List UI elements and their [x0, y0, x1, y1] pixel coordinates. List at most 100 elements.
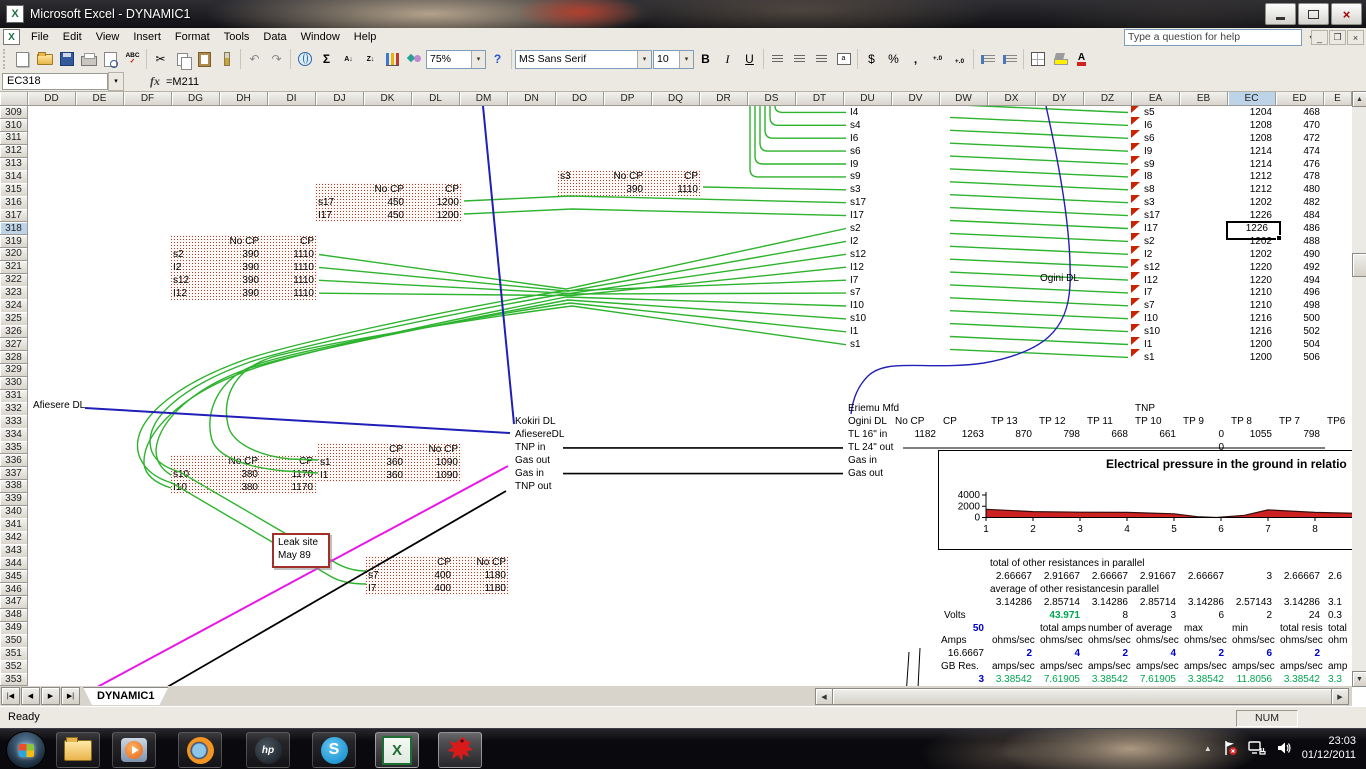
row-header-329[interactable]: 329 [0, 364, 28, 377]
ed-value-328[interactable]: 506 [1276, 351, 1324, 364]
unit-cell[interactable]: amps/sec [992, 660, 1035, 673]
horizontal-scroll-thumb[interactable] [832, 688, 1332, 705]
column-header-DL[interactable]: DL [412, 91, 460, 106]
column-header-DZ[interactable]: DZ [1084, 91, 1132, 106]
column-header-ED[interactable]: ED [1276, 91, 1324, 106]
stat-header[interactable]: number of [1088, 622, 1133, 635]
stat-header[interactable]: total amps [1040, 622, 1086, 635]
pipe-label-right-s7[interactable]: s7 [1144, 299, 1155, 312]
row-header-337[interactable]: 337 [0, 467, 28, 480]
sort-descending-button[interactable]: Z↓ [360, 49, 381, 70]
currency-button[interactable]: $ [861, 49, 882, 70]
column-header-DQ[interactable]: DQ [652, 91, 700, 106]
merge-center-button[interactable]: a [833, 49, 854, 70]
row-header-324[interactable]: 324 [0, 299, 28, 312]
blue-value[interactable]: 2 [1276, 647, 1324, 660]
pipe-label-right-I2[interactable]: I2 [1144, 248, 1152, 261]
tnp-label[interactable]: TNP [1135, 402, 1155, 415]
hscroll-left-icon[interactable]: ◀ [815, 688, 833, 705]
row-header-348[interactable]: 348 [0, 609, 28, 622]
ec-value-323[interactable]: 1210 [1228, 286, 1276, 299]
pipe-label-left-I6[interactable]: I6 [850, 132, 858, 145]
menu-view[interactable]: View [89, 28, 127, 46]
summary-value[interactable]: 3.14286 [1276, 596, 1324, 609]
stat-header[interactable]: min [1232, 622, 1248, 635]
volts-value[interactable]: 2 [1228, 609, 1276, 622]
stat-header[interactable]: total resis [1280, 622, 1323, 635]
summary-clip-348[interactable]: 0.3 [1328, 609, 1342, 622]
row-header-336[interactable]: 336 [0, 454, 28, 467]
row-header-319[interactable]: 319 [0, 235, 28, 248]
pipe-label-left-s9[interactable]: s9 [850, 170, 861, 183]
pipe-label-right-s5[interactable]: s5 [1144, 106, 1155, 119]
unit-cell[interactable]: ohms/sec [1232, 634, 1275, 647]
blue-value[interactable]: 6 [1228, 647, 1276, 660]
green-value[interactable]: 7.61905 [1132, 673, 1180, 686]
row-header-317[interactable]: 317 [0, 209, 28, 222]
ed-value-324[interactable]: 498 [1276, 299, 1324, 312]
row-header-323[interactable]: 323 [0, 286, 28, 299]
tp-value-1[interactable]: 1263 [940, 428, 988, 441]
row-header-310[interactable]: 310 [0, 119, 28, 132]
unit-cell[interactable]: amps/sec [1136, 660, 1179, 673]
row-header-352[interactable]: 352 [0, 660, 28, 673]
redo-button[interactable]: ↷ [266, 49, 287, 70]
summary-value[interactable]: 2.66667 [1084, 570, 1132, 583]
summary-clip-347[interactable]: 3.1 [1328, 596, 1342, 609]
taskbar-firefox[interactable] [178, 732, 222, 768]
pipe-label-right-s1[interactable]: s1 [1144, 351, 1155, 364]
decrease-indent-button[interactable] [977, 49, 998, 70]
column-header-DF[interactable]: DF [124, 91, 172, 106]
taskbar-excel[interactable]: X [375, 732, 419, 768]
row-header-325[interactable]: 325 [0, 312, 28, 325]
toolbar-grip[interactable] [3, 49, 8, 69]
ed-value-322[interactable]: 494 [1276, 274, 1324, 287]
ed-value-316[interactable]: 482 [1276, 196, 1324, 209]
column-header-EC[interactable]: EC [1228, 91, 1276, 106]
pipe-right-2[interactable]: TL 16" in [848, 428, 887, 441]
formula-input[interactable]: =M211 [166, 76, 199, 88]
summary-row-label[interactable]: GB Res. [941, 660, 979, 673]
row-header-353[interactable]: 353 [0, 673, 28, 686]
pipe-label-right-I17[interactable]: I17 [1144, 222, 1158, 235]
ec-value-314[interactable]: 1212 [1228, 170, 1276, 183]
font-name-combo[interactable]: MS Sans Serif▾ [515, 50, 652, 69]
row-header-322[interactable]: 322 [0, 274, 28, 287]
pipe-label-left-s1[interactable]: s1 [850, 338, 861, 351]
row-header-338[interactable]: 338 [0, 480, 28, 493]
pipe-label-right-s9[interactable]: s9 [1144, 158, 1155, 171]
ec-value-326[interactable]: 1216 [1228, 325, 1276, 338]
percent-button[interactable]: % [883, 49, 904, 70]
volts-setting[interactable]: 50 [940, 622, 988, 635]
taskbar-clock[interactable]: 23:03 01/12/2011 [1302, 734, 1356, 762]
ec-value-310[interactable]: 1208 [1228, 119, 1276, 132]
insert-function-icon[interactable]: fx [150, 74, 160, 89]
pipe-right-4[interactable]: Gas in [848, 454, 877, 467]
network-icon[interactable] [1248, 740, 1266, 756]
ed-value-315[interactable]: 480 [1276, 183, 1324, 196]
ed-value-314[interactable]: 478 [1276, 170, 1324, 183]
row-header-320[interactable]: 320 [0, 248, 28, 261]
ed-value-312[interactable]: 474 [1276, 145, 1324, 158]
align-right-button[interactable] [811, 49, 832, 70]
row-header-311[interactable]: 311 [0, 132, 28, 145]
pipe-label-left-s7[interactable]: s7 [850, 286, 861, 299]
insert-hyperlink-button[interactable] [294, 49, 315, 70]
unit-cell[interactable]: amps/sec [1184, 660, 1227, 673]
pipe-label-right-s6[interactable]: s6 [1144, 132, 1155, 145]
ec-value-315[interactable]: 1212 [1228, 183, 1276, 196]
ec-value-322[interactable]: 1220 [1228, 274, 1276, 287]
help-button[interactable]: ? [487, 49, 508, 70]
row-header-312[interactable]: 312 [0, 145, 28, 158]
menu-tools[interactable]: Tools [217, 28, 257, 46]
blue-value[interactable]: 4 [1036, 647, 1084, 660]
pipe-label-left-s10[interactable]: s10 [850, 312, 866, 325]
pipe-label-right-I9[interactable]: I9 [1144, 145, 1152, 158]
drawing-button[interactable] [404, 49, 425, 70]
zoom-combo[interactable]: 75%▾ [426, 50, 486, 69]
column-header-DN[interactable]: DN [508, 91, 556, 106]
volts-value[interactable]: 3 [1132, 609, 1180, 622]
embedded-chart[interactable]: Electrical pressure in the ground in rel… [938, 450, 1352, 550]
green-value[interactable]: 7.61905 [1036, 673, 1084, 686]
print-preview-button[interactable] [100, 49, 121, 70]
